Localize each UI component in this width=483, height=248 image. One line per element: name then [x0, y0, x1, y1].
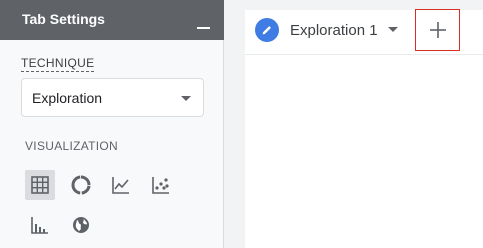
- tab-exploration-1[interactable]: Exploration 1: [290, 22, 378, 39]
- table-icon: [31, 176, 49, 194]
- chevron-down-icon: [181, 96, 191, 101]
- minimize-icon[interactable]: [197, 27, 210, 29]
- viz-table-button[interactable]: [25, 170, 55, 200]
- tab-bar: Exploration 1: [245, 9, 483, 55]
- line-chart-icon: [112, 177, 129, 194]
- panel-header: Tab Settings: [0, 0, 224, 40]
- exploration-canvas: Exploration 1: [245, 9, 483, 248]
- add-tab-button[interactable]: [415, 9, 460, 51]
- tab-settings-panel: Tab Settings TECHNIQUE Exploration VISUA…: [0, 0, 224, 248]
- pencil-icon[interactable]: [255, 18, 279, 42]
- viz-line-button[interactable]: [106, 170, 136, 200]
- plus-icon: [429, 22, 446, 38]
- technique-label: TECHNIQUE: [21, 56, 95, 72]
- chevron-down-icon[interactable]: [388, 27, 398, 32]
- panel-title: Tab Settings: [22, 11, 105, 27]
- bar-chart-icon: [31, 217, 48, 234]
- viz-bar-button[interactable]: [25, 210, 55, 240]
- technique-value: Exploration: [32, 90, 103, 106]
- scatter-chart-icon: [152, 177, 169, 194]
- visualization-label: VISUALIZATION: [25, 139, 119, 153]
- viz-geo-button[interactable]: [66, 210, 96, 240]
- globe-icon: [73, 217, 89, 233]
- viz-scatter-button[interactable]: [146, 170, 176, 200]
- technique-select[interactable]: Exploration: [21, 78, 204, 117]
- viz-donut-button[interactable]: [66, 170, 96, 200]
- donut-chart-icon: [71, 175, 91, 195]
